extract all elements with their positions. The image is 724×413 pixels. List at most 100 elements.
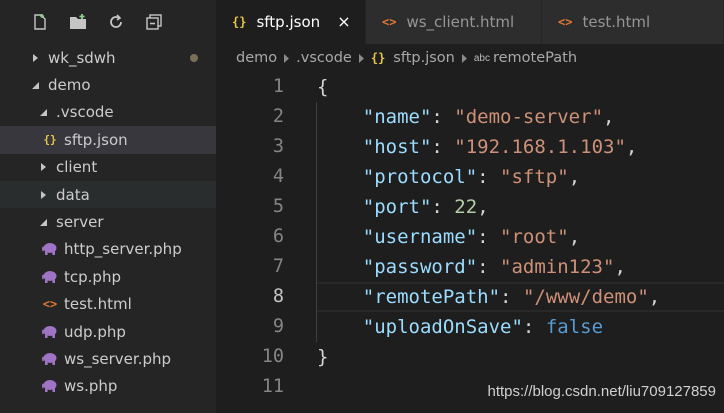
line-number: 6 (272, 226, 284, 247)
tree-folder-server[interactable]: server (0, 208, 216, 235)
chevron-down-icon[interactable] (30, 80, 40, 90)
code-token: "host" (362, 136, 432, 158)
tree-folder-demo[interactable]: demo (0, 71, 216, 98)
code-token: "192.168.1.103" (454, 136, 626, 158)
collapse-all-icon[interactable] (142, 10, 166, 34)
modified-dot-icon (190, 54, 198, 62)
watermark: https://blog.csdn.net/liu709127859 (487, 383, 716, 400)
chevron-down-icon[interactable] (38, 107, 48, 117)
line-number: 9 (272, 316, 284, 337)
tree-file-sftp-json[interactable]: {} sftp.json (0, 126, 216, 154)
code-line[interactable]: { (317, 72, 724, 102)
code-token: "protocol" (362, 166, 478, 188)
code-token: "port" (362, 196, 432, 218)
tree-file-tcp-php[interactable]: tcp.php (0, 263, 216, 290)
breadcrumb-item[interactable]: sftp.json (393, 50, 455, 66)
code-token: : (431, 106, 455, 128)
code-token: : (500, 286, 523, 308)
breadcrumb-item[interactable]: demo (236, 50, 277, 66)
code-token: "username" (362, 226, 478, 248)
php-file-icon (42, 324, 58, 340)
code-token: false (545, 316, 604, 338)
html-file-icon: <> (558, 15, 573, 29)
chevron-right-icon[interactable] (38, 190, 48, 200)
line-number: 2 (272, 106, 284, 127)
explorer-toolbar (0, 0, 216, 44)
tree-item-label: test.html (64, 295, 132, 314)
tab-label: sftp.json (256, 13, 321, 31)
code-token: , (568, 166, 581, 188)
breadcrumb-item[interactable]: remotePath (493, 50, 577, 66)
code-line[interactable]: "username": "root", (317, 222, 724, 252)
code-token: : (431, 136, 455, 158)
code-line[interactable]: "password": "admin123", (317, 252, 724, 282)
code-token: : (431, 196, 455, 218)
tree-file-udp-php[interactable]: udp.php (0, 318, 216, 345)
code-token: , (648, 286, 661, 308)
chevron-right-icon[interactable] (30, 53, 40, 63)
php-file-icon (42, 351, 58, 367)
tree-folder-wk-sdwh[interactable]: wk_sdwh (0, 44, 216, 71)
breadcrumb-item[interactable]: .vscode (296, 50, 352, 66)
line-number: 11 (261, 376, 284, 397)
code-line[interactable]: "name": "demo-server", (317, 102, 724, 132)
tab-ws-client-html[interactable]: <> ws_client.html (366, 0, 542, 44)
tree-item-label: demo (48, 76, 91, 95)
code-line[interactable]: "uploadOnSave": false (317, 312, 724, 342)
line-number: 8 (272, 286, 284, 307)
new-folder-icon[interactable] (66, 10, 90, 34)
code-line[interactable]: } (317, 342, 724, 372)
line-number: 7 (272, 256, 284, 277)
code-line[interactable]: "host": "192.168.1.103", (317, 132, 724, 162)
code-token: "admin123" (500, 256, 615, 278)
tree-file-ws-php[interactable]: ws.php (0, 373, 216, 400)
line-number: 4 (272, 166, 284, 187)
code-token: : (477, 226, 501, 248)
code-token: : (477, 166, 501, 188)
code-token: "name" (362, 106, 432, 128)
refresh-icon[interactable] (104, 10, 128, 34)
tree-file-test-html[interactable]: <> test.html (0, 291, 216, 318)
json-file-icon: {} (232, 15, 247, 29)
code-line[interactable]: "protocol": "sftp", (317, 162, 724, 192)
code-token: , (614, 256, 626, 278)
chevron-down-icon[interactable] (38, 217, 48, 227)
tab-sftp-json[interactable]: {} sftp.json × (216, 0, 366, 44)
json-file-icon: {} (370, 51, 386, 65)
tree-folder-client[interactable]: client (0, 154, 216, 181)
code-token: , (603, 106, 615, 128)
chevron-right-icon[interactable] (38, 162, 48, 172)
tree-item-label: wk_sdwh (48, 48, 116, 67)
html-file-icon: <> (382, 15, 397, 29)
tree-file-ws-server-php[interactable]: ws_server.php (0, 345, 216, 372)
tree-item-label: client (56, 158, 98, 177)
close-icon[interactable]: × (335, 12, 353, 31)
tree-file-http-server-php[interactable]: http_server.php (0, 236, 216, 263)
code-content[interactable]: { "name": "demo-server", "host": "192.16… (317, 72, 724, 402)
new-file-icon[interactable] (28, 10, 52, 34)
json-file-icon: {} (43, 133, 57, 147)
chevron-right-icon (461, 53, 468, 63)
code-line[interactable]: "remotePath": "/www/demo", (317, 282, 724, 312)
explorer-sidebar: wk_sdwhdemo .vscode {} sftp.json client data s… (0, 0, 216, 413)
tab-label: test.html (582, 13, 651, 31)
code-token: "password" (362, 256, 478, 278)
tree-item-label: ws_server.php (64, 349, 172, 368)
tab-test-html[interactable]: <> test.html (542, 0, 724, 44)
code-editor[interactable]: 1 2 3 4 5 6 7 8 9 10 11 { "name": "demo-server", "… (216, 72, 724, 413)
tree-item-label: udp.php (64, 322, 126, 341)
tree-folder-data[interactable]: data (0, 180, 216, 209)
code-token: "/www/demo" (522, 286, 649, 308)
tree-item-label: data (56, 185, 90, 204)
code-line[interactable]: "port": 22, (317, 192, 724, 222)
line-number: 1 (272, 76, 284, 97)
line-number-gutter: 1 2 3 4 5 6 7 8 9 10 11 (216, 72, 284, 402)
chevron-right-icon (358, 53, 365, 63)
tree-folder-vscode[interactable]: .vscode (0, 99, 216, 126)
code-token: "sftp" (500, 166, 569, 188)
